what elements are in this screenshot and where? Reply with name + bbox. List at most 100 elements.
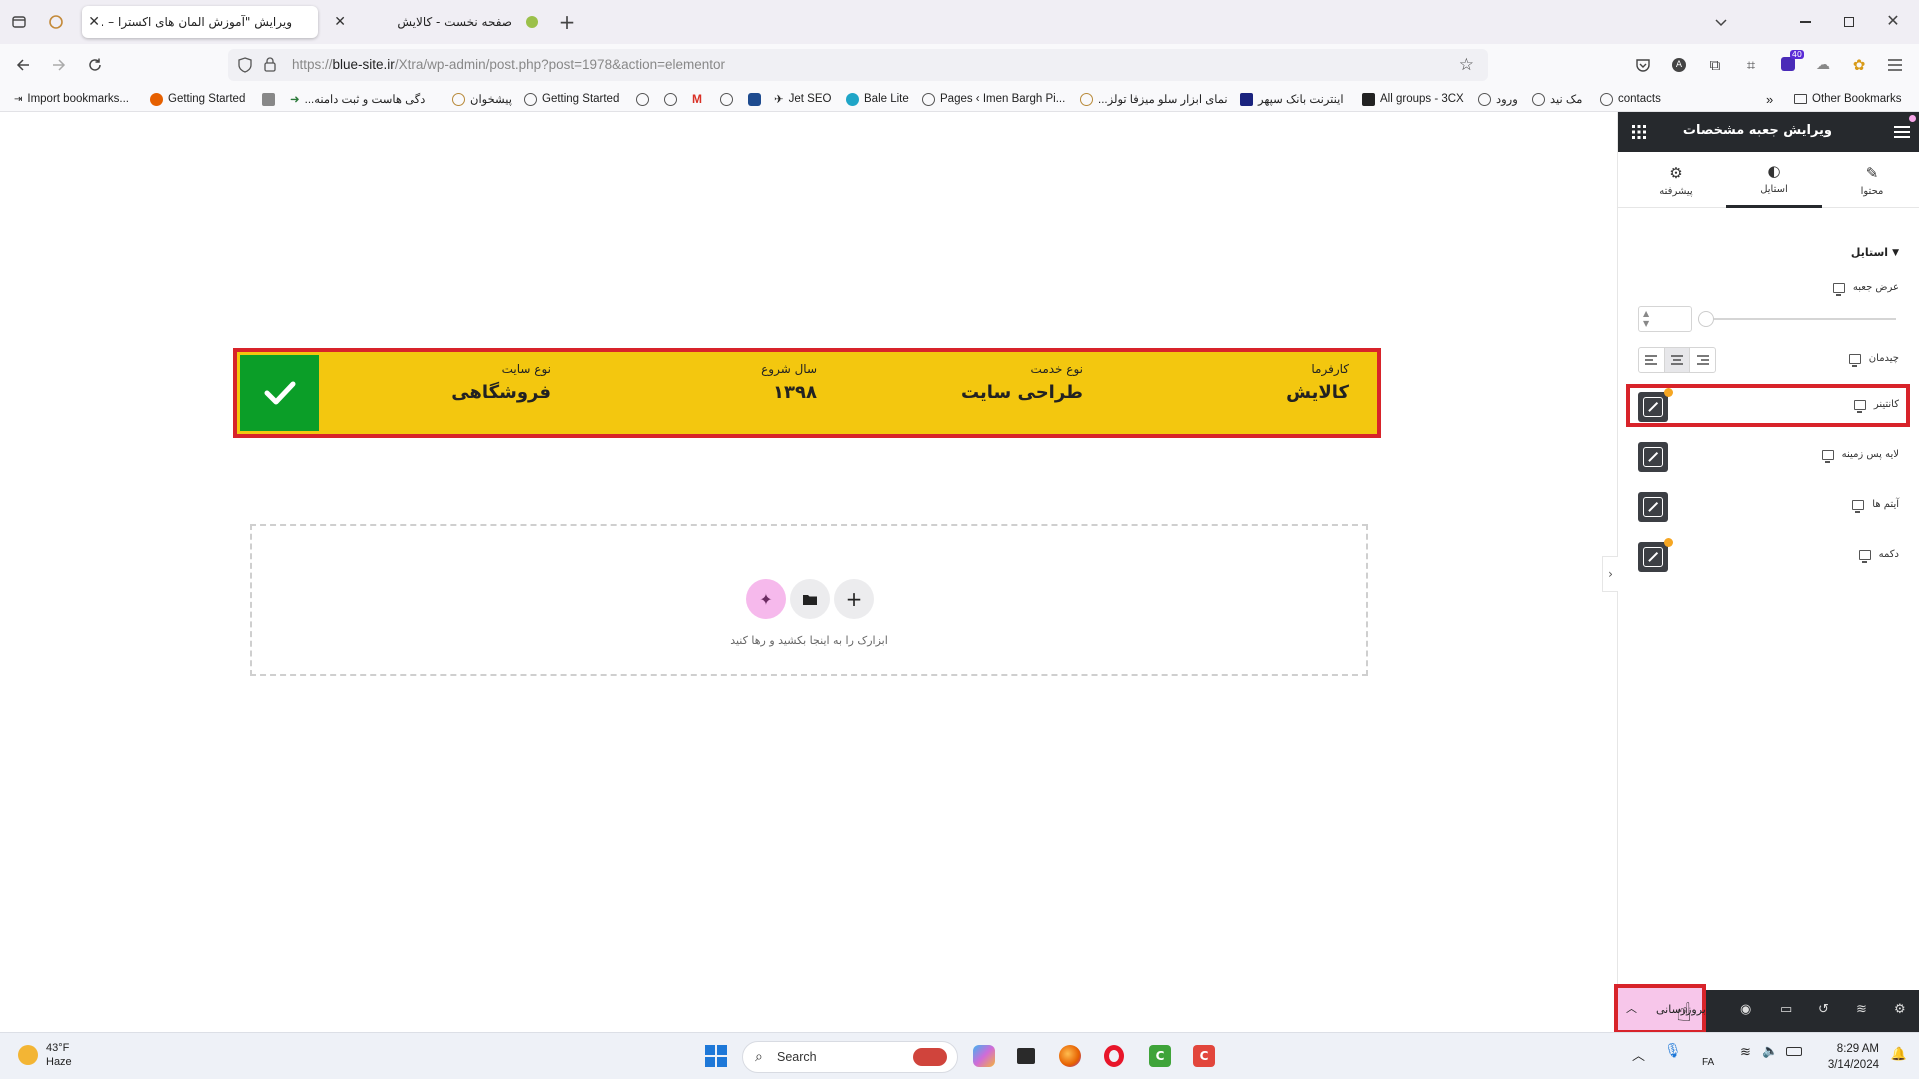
responsive-icon[interactable]: ▭ (1780, 1002, 1792, 1017)
menu-icon[interactable] (1884, 54, 1906, 76)
background-layer-edit-button[interactable] (1638, 442, 1668, 472)
bookmark-dashboard[interactable]: پیشخوان (452, 91, 512, 107)
crop-icon[interactable]: ⌗ (1740, 54, 1762, 76)
start-button[interactable] (702, 1042, 730, 1070)
chevron-up-icon[interactable]: ︿ (1632, 1045, 1645, 1064)
tab-list-icon[interactable] (8, 11, 30, 33)
template-library-button[interactable] (790, 579, 830, 619)
monitor-icon[interactable] (1853, 399, 1866, 413)
tab-home[interactable]: صفحه نخست - کالایش ✕ (324, 6, 540, 38)
grid-menu-icon[interactable] (1632, 125, 1646, 142)
shield-icon[interactable] (238, 57, 252, 76)
new-tab-icon[interactable]: + (556, 10, 578, 34)
ai-button[interactable]: ✦ (746, 579, 786, 619)
firefox-app[interactable] (1056, 1042, 1084, 1070)
extension-flower-icon[interactable]: ✿ (1848, 54, 1870, 76)
extensions-icon[interactable]: ⧉ (1704, 54, 1726, 76)
button-edit-button[interactable] (1638, 542, 1668, 572)
pocket-icon[interactable] (1632, 54, 1654, 76)
tab-elementor-editor[interactable]: ویرایش "آموزش المان های اکسترا – ..." ✕ (82, 6, 318, 38)
width-slider-track[interactable] (1706, 318, 1896, 320)
monitor-icon[interactable] (1848, 353, 1861, 367)
url-text[interactable]: https://blue-site.ir/Xtra/wp-admin/post.… (292, 57, 725, 72)
specification-box[interactable]: کارفرما کالایش نوع خدمت طراحی سایت سال ش… (233, 348, 1381, 438)
bookmark-gmail[interactable]: M (692, 91, 702, 107)
terminal-app[interactable] (1012, 1042, 1040, 1070)
notification-icon[interactable]: 🔔 (1891, 1047, 1907, 1062)
bookmark-hosting[interactable]: ➜ ...دگی هاست و ثبت دامنه (290, 91, 425, 107)
bookmark-app[interactable] (748, 91, 761, 107)
reload-icon[interactable] (84, 54, 106, 76)
clock[interactable]: 8:29 AM 3/14/2024 (1828, 1041, 1879, 1073)
bookmark-globe-c[interactable] (720, 91, 733, 107)
monitor-icon[interactable] (1858, 549, 1871, 563)
taskbar-search[interactable]: ⌕ Search (742, 1041, 958, 1073)
bookmark-globe-b[interactable] (664, 91, 677, 107)
section-toggle[interactable]: ▼ استایل (1851, 246, 1899, 259)
other-bookmarks[interactable]: Other Bookmarks (1794, 91, 1901, 107)
volume-icon[interactable]: 🔈 (1762, 1044, 1778, 1059)
publish-button[interactable]: ︿ بروزرسانی ☝ (1614, 984, 1706, 1034)
tab-content[interactable]: ✎ محتوا (1824, 152, 1919, 208)
minimize-icon[interactable] (1794, 11, 1816, 33)
drop-zone[interactable]: ✦ + ابزارک را به اینجا بکشید و رها کنید (250, 524, 1368, 676)
bookmark-bale-lite[interactable]: Bale Lite (846, 91, 909, 107)
layers-icon[interactable]: ≋ (1856, 1002, 1867, 1017)
width-slider-handle[interactable] (1698, 311, 1714, 327)
bookmark-globe-a[interactable] (636, 91, 649, 107)
wifi-icon[interactable]: ≋ (1740, 1045, 1751, 1060)
hamburger-icon[interactable] (1894, 125, 1910, 142)
battery-icon[interactable] (1786, 1047, 1802, 1056)
weather-widget[interactable]: 43°F Haze (18, 1041, 72, 1069)
add-section-button[interactable]: + (834, 579, 874, 619)
pinned-tab[interactable] (44, 10, 68, 34)
monitor-icon[interactable] (1852, 499, 1865, 513)
bookmark-bank[interactable]: اینترنت بانک سپهر (1240, 91, 1344, 107)
collapse-panel-icon[interactable]: › (1602, 556, 1618, 592)
copilot-app[interactable] (970, 1042, 998, 1070)
restore-icon[interactable] (1838, 11, 1860, 33)
width-input[interactable]: ▲ ▼ (1638, 306, 1692, 332)
star-icon[interactable]: ☆ (1459, 55, 1474, 75)
bookmark-contacts[interactable]: contacts (1600, 91, 1661, 107)
align-right-icon[interactable] (1689, 348, 1715, 372)
bookmark-import[interactable]: ⇥ Import bookmarks... (14, 91, 129, 107)
more-bookmarks-icon[interactable]: » (1766, 91, 1773, 107)
url-bar[interactable]: https://blue-site.ir/Xtra/wp-admin/post.… (228, 49, 1488, 81)
chevron-down-icon[interactable] (1710, 11, 1732, 33)
history-icon[interactable]: ↺ (1818, 1002, 1829, 1017)
extension-badge-icon[interactable]: 40 (1776, 50, 1804, 76)
bookmark-calendar[interactable] (262, 91, 275, 107)
close-icon[interactable]: ✕ (334, 14, 346, 30)
align-left-icon[interactable] (1639, 348, 1664, 372)
bookmark-tools[interactable]: ...نمای ابزار سلو میزفا تولز (1080, 91, 1228, 107)
microphone-icon[interactable]: 🎙 (1664, 1043, 1682, 1059)
settings-icon[interactable]: ⚙ (1894, 1002, 1906, 1017)
opera-app[interactable] (1100, 1042, 1128, 1070)
monitor-icon[interactable] (1821, 449, 1834, 463)
bookmark-3cx[interactable]: All groups - 3CX (1362, 91, 1464, 107)
tab-advanced[interactable]: ⚙ پیشرفته (1628, 152, 1724, 208)
bookmark-getting-started[interactable]: Getting Started (150, 91, 245, 107)
items-edit-button[interactable] (1638, 492, 1668, 522)
cloud-icon[interactable]: ☁ (1812, 54, 1834, 76)
back-icon[interactable] (12, 54, 34, 76)
camtasia-green-app[interactable]: C (1146, 1042, 1174, 1070)
chevron-up-icon[interactable]: ︿ (1626, 1000, 1637, 1016)
monitor-icon[interactable] (1832, 282, 1845, 296)
eye-icon[interactable]: ◉ (1740, 1002, 1751, 1017)
bookmark-pages[interactable]: Pages ‹ Imen Bargh Pi... (922, 91, 1065, 107)
spinner-icon[interactable]: ▲ ▼ (1643, 309, 1649, 329)
container-edit-button[interactable] (1638, 392, 1668, 422)
lock-icon[interactable] (264, 57, 276, 75)
bookmark-mac[interactable]: مک نید (1532, 91, 1582, 107)
bookmark-getting-started-2[interactable]: Getting Started (524, 91, 619, 107)
language-indicator[interactable]: FA (1702, 1057, 1714, 1068)
close-icon[interactable]: ✕ (88, 14, 100, 30)
account-icon[interactable]: A (1668, 54, 1690, 76)
bookmark-login[interactable]: ورود (1478, 91, 1518, 107)
camtasia-red-app[interactable]: C (1190, 1042, 1218, 1070)
forward-icon[interactable] (48, 54, 70, 76)
window-close-icon[interactable]: ✕ (1882, 9, 1904, 31)
bookmark-jet-seo[interactable]: ✈ Jet SEO (774, 91, 831, 107)
